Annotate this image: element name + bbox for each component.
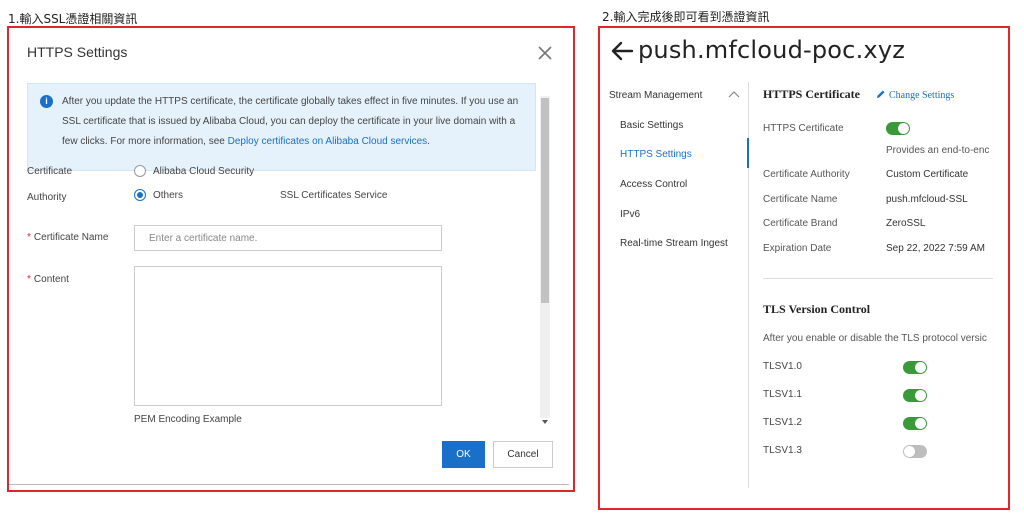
https-settings-dialog: HTTPS Settings i After you update the HT… [7, 26, 575, 492]
change-settings-label: Change Settings [889, 90, 955, 101]
field-label: Certificate Name [763, 194, 838, 205]
sidebar-item-access-control[interactable]: Access Control [620, 179, 687, 190]
cert-authority-label-line2: Authority [27, 192, 67, 203]
radio-alibaba-cloud-security[interactable] [134, 165, 146, 177]
https-cert-toggle[interactable] [886, 122, 910, 135]
domain-detail-panel: push.mfcloud-poc.xyz Stream Management B… [598, 26, 1010, 510]
tls-version-label: TLSV1.0 [763, 361, 802, 372]
cancel-button[interactable]: Cancel [493, 441, 553, 468]
change-settings-link[interactable]: Change Settings [876, 89, 954, 101]
required-mark: * [27, 232, 31, 243]
sidebar-item-https-settings[interactable]: HTTPS Settings [620, 149, 692, 160]
sidebar-item-basic-settings[interactable]: Basic Settings [620, 120, 683, 131]
nav-group-stream-management[interactable]: Stream Management [609, 90, 702, 101]
tls-toggle-1-3[interactable] [903, 445, 927, 458]
tls-desc: After you enable or disable the TLS prot… [763, 333, 987, 344]
dialog-title: HTTPS Settings [27, 44, 128, 60]
tls-version-label: TLSV1.1 [763, 389, 802, 400]
content-label: * Content [27, 274, 69, 285]
https-section-title: HTTPS Certificate [763, 87, 860, 101]
tls-version-label: TLSV1.3 [763, 445, 802, 456]
step2-caption: 2.輸入完成後即可看到憑證資訊 [602, 10, 770, 24]
tls-toggle-1-0[interactable] [903, 361, 927, 374]
info-notice: i After you update the HTTPS certificate… [27, 83, 536, 171]
ok-button[interactable]: OK [442, 441, 485, 468]
cert-authority-label-line1: Certificate [27, 166, 73, 177]
field-value: push.mfcloud-SSL [886, 194, 968, 205]
deploy-certificates-link[interactable]: Deploy certificates on Alibaba Cloud ser… [228, 136, 428, 147]
field-label: Expiration Date [763, 243, 832, 254]
tls-toggle-1-1[interactable] [903, 389, 927, 402]
content-label-text: Content [33, 274, 69, 285]
radio-others[interactable] [134, 189, 146, 201]
tls-toggle-1-2[interactable] [903, 417, 927, 430]
scroll-down-icon[interactable] [542, 420, 548, 424]
tls-section-title: TLS Version Control [763, 302, 871, 316]
back-arrow-icon[interactable] [610, 40, 634, 62]
step1-caption: 1.輸入SSL憑證相關資訊 [8, 12, 138, 26]
field-label: Certificate Brand [763, 218, 838, 229]
content-textarea[interactable] [134, 266, 442, 406]
radio-others-label: Others [153, 190, 184, 201]
field-value: Custom Certificate [886, 169, 969, 180]
active-indicator [747, 138, 749, 168]
tls-version-label: TLSV1.2 [763, 417, 802, 428]
field-label: Certificate Authority [763, 169, 850, 180]
ssl-certificates-service-link[interactable]: SSL Certificates Service [280, 190, 387, 201]
field-value: Sep 22, 2022 7:59 AM [886, 243, 985, 254]
info-text-tail: . [427, 136, 430, 147]
cert-name-input[interactable] [134, 225, 442, 251]
sidebar-item-realtime-stream-ingest[interactable]: Real-time Stream Ingest [620, 238, 728, 249]
scrollbar-thumb[interactable] [541, 98, 549, 303]
pem-encoding-example-link[interactable]: PEM Encoding Example [134, 414, 242, 425]
close-icon[interactable] [536, 44, 554, 62]
cert-name-label-text: Certificate Name [33, 232, 109, 243]
info-icon: i [40, 95, 53, 108]
required-mark: * [27, 274, 31, 285]
radio-alibaba-label: Alibaba Cloud Security [153, 166, 255, 177]
edit-icon [877, 90, 885, 98]
section-divider [763, 278, 993, 279]
chevron-up-icon[interactable] [728, 90, 740, 100]
field-value: ZeroSSL [886, 218, 926, 229]
sidebar-item-ipv6[interactable]: IPv6 [620, 209, 640, 220]
https-cert-desc: Provides an end-to-enc [886, 145, 990, 156]
divider [9, 484, 569, 485]
cert-name-label: * Certificate Name [27, 232, 108, 243]
https-cert-label: HTTPS Certificate [763, 123, 844, 134]
dialog-scrollbar[interactable] [540, 88, 550, 426]
domain-title: push.mfcloud-poc.xyz [638, 36, 906, 64]
